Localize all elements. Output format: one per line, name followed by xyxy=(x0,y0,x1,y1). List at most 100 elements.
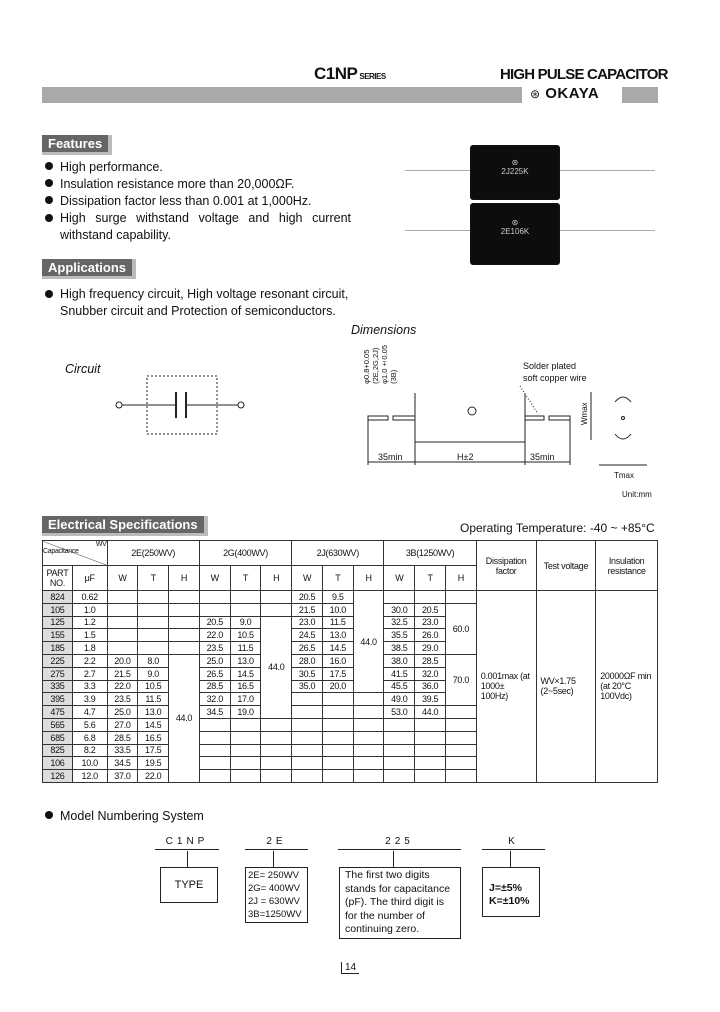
w-2g: 20.5 xyxy=(198,615,231,630)
w-3b xyxy=(383,730,416,745)
t-3b: 39.5 xyxy=(414,692,446,707)
circuit-label: Circuit xyxy=(65,362,101,376)
voltage-code: 2J = 630WV xyxy=(248,896,301,907)
tolerance-code: J=±5% xyxy=(489,882,522,894)
t-3b: 26.0 xyxy=(414,628,446,643)
t-2g: 10.5 xyxy=(229,628,262,643)
features-heading: Features xyxy=(42,135,113,155)
h-2j xyxy=(352,769,385,783)
t-3b xyxy=(414,730,446,745)
part-number: 185 xyxy=(42,641,73,655)
w-3b: 32.5 xyxy=(383,615,416,630)
capacitance-code-box: The first two digits stands for capacita… xyxy=(339,867,461,939)
capacitance: 2.7 xyxy=(71,666,108,681)
feature-item: Dissipation factor less than 0.001 at 1,… xyxy=(45,193,351,210)
group-header: 3B(1250WV) xyxy=(383,540,477,566)
connector-line xyxy=(510,851,511,867)
connector-line xyxy=(187,851,188,867)
w-2j xyxy=(291,756,323,771)
t-2g xyxy=(229,743,262,758)
operating-temperature: Operating Temperature: -40 ~ +85°C xyxy=(460,521,655,535)
table-row: 824 0.62 20.5 9.5 44.0 0.001max (at 1000± 100… xyxy=(42,589,658,783)
h-2g xyxy=(260,743,293,758)
h-3b xyxy=(444,590,477,604)
dimensions-title: Dimensions xyxy=(351,323,417,337)
part-number: 685 xyxy=(42,730,73,745)
h-2e xyxy=(168,615,200,630)
t-2j: 9.5 xyxy=(321,590,354,604)
t-2g xyxy=(229,590,262,604)
w-2g: 22.0 xyxy=(198,628,231,643)
okaya-logo-icon: ⊛ xyxy=(530,87,541,101)
w-3b xyxy=(383,743,416,758)
h-2g xyxy=(260,717,293,732)
part-no-header: PART NO. xyxy=(42,565,73,591)
w-2e: 37.0 xyxy=(106,769,139,783)
t-3b: 20.5 xyxy=(414,602,446,617)
feature-item: High surge withstand voltage and high cu… xyxy=(45,210,351,244)
page-number: 14 xyxy=(341,962,360,974)
t-3b: 28.5 xyxy=(414,653,446,668)
tolerance-code: K=±10% xyxy=(489,895,530,907)
h-2g xyxy=(260,756,293,771)
h-2e xyxy=(168,641,200,655)
capacitance: 12.0 xyxy=(71,769,108,783)
w-3b xyxy=(383,769,416,783)
dissipation-header: Dissipation factor xyxy=(475,540,537,591)
h-2j: 44.0 xyxy=(352,589,385,694)
t-2e xyxy=(137,615,170,630)
w-2e xyxy=(106,628,139,643)
header-bar-right xyxy=(622,87,658,103)
electrical-spec-heading: Electrical Specifications xyxy=(42,516,208,536)
t-2e: 14.5 xyxy=(137,717,170,732)
capacitance: 1.5 xyxy=(71,628,108,643)
capacitance: 2.2 xyxy=(71,653,108,668)
part-number: 395 xyxy=(42,692,73,707)
t-2e: 11.5 xyxy=(137,692,170,707)
t-3b: 44.0 xyxy=(414,705,446,719)
w-2g xyxy=(198,602,231,617)
test-voltage-value: WV×1.75 (2~5sec) xyxy=(535,590,597,783)
h-3b: 70.0 xyxy=(444,653,477,707)
uf-header: μF xyxy=(71,565,108,591)
h-2j xyxy=(352,730,385,745)
t-2j: 13.0 xyxy=(321,628,354,643)
w-2j xyxy=(291,717,323,732)
w-2g: 23.5 xyxy=(198,641,231,655)
w-2g xyxy=(198,590,231,604)
h-2g xyxy=(260,769,293,783)
feature-item: High performance. xyxy=(45,159,351,176)
t-3b: 32.0 xyxy=(414,666,446,681)
t-2e: 22.0 xyxy=(137,769,170,783)
subheader-t: T xyxy=(414,565,446,591)
w-3b: 38.5 xyxy=(383,641,416,655)
h-3b: 60.0 xyxy=(444,602,477,655)
capacitance: 4.7 xyxy=(71,705,108,719)
t-2j: 20.0 xyxy=(321,679,354,694)
subheader-h: H xyxy=(352,565,385,591)
t-2g: 13.0 xyxy=(229,653,262,668)
t-3b: 23.0 xyxy=(414,615,446,630)
t-2e xyxy=(137,602,170,617)
t-2g: 9.0 xyxy=(229,615,262,630)
w-2e: 20.0 xyxy=(106,653,139,668)
part-number: 106 xyxy=(42,756,73,771)
connector-line xyxy=(272,851,274,867)
h-2j xyxy=(352,717,385,732)
capacitance: 0.62 xyxy=(71,590,108,604)
w-2g xyxy=(198,743,231,758)
part-number: 155 xyxy=(42,628,73,643)
h-2j xyxy=(352,692,385,707)
group-header: 2J(630WV) xyxy=(291,540,385,566)
w-2e xyxy=(106,641,139,655)
w-2g xyxy=(198,756,231,771)
part-number: 125 xyxy=(42,615,73,630)
h-3b xyxy=(444,730,477,745)
t-2g: 14.5 xyxy=(229,666,262,681)
t-2g: 16.5 xyxy=(229,679,262,694)
t-2e xyxy=(137,590,170,604)
features-list: High performance. Insulation resistance … xyxy=(45,159,351,244)
h-2g xyxy=(260,730,293,745)
w-2g xyxy=(198,717,231,732)
w-3b: 38.0 xyxy=(383,653,416,668)
